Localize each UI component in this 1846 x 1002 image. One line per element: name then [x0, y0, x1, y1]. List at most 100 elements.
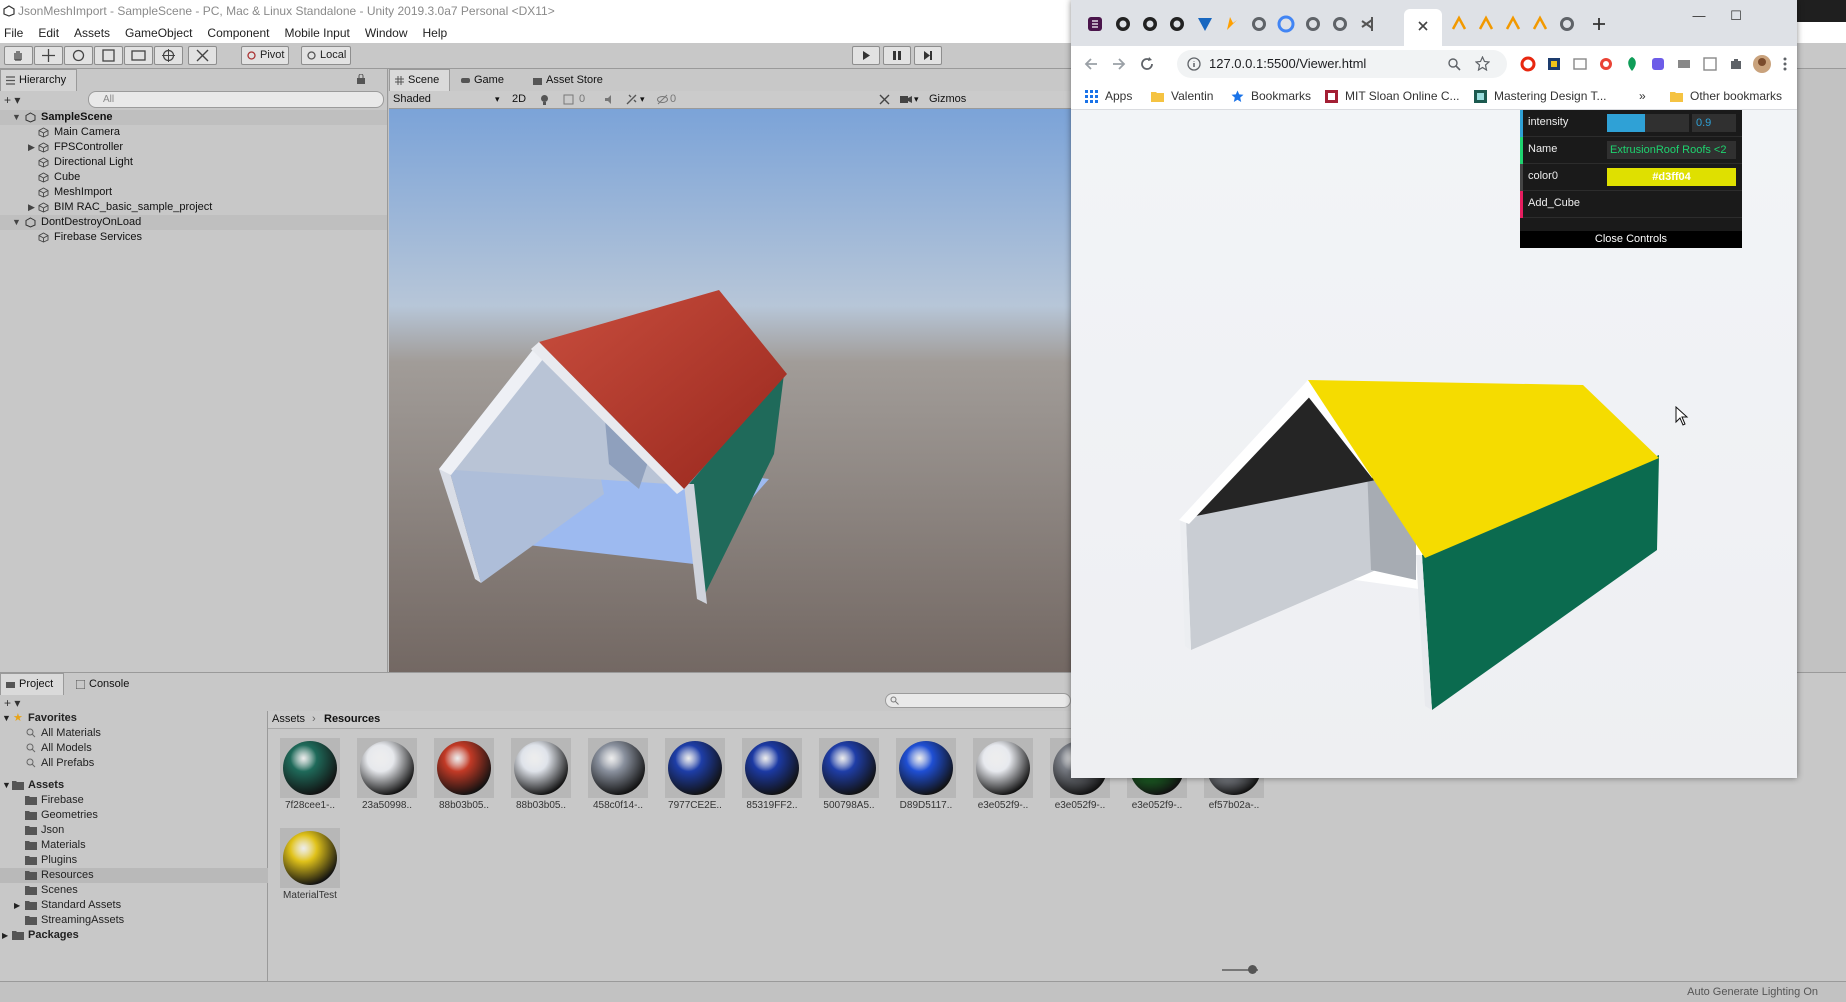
tools-icon[interactable] [879, 94, 890, 105]
custom-tool-button[interactable] [188, 46, 217, 65]
reload-icon[interactable] [1139, 56, 1155, 72]
extension-icon[interactable] [1702, 56, 1718, 72]
hierarchy-item[interactable]: ▶ BIM RAC_basic_sample_project [0, 200, 387, 215]
tab-favicon-app-icon[interactable] [1530, 14, 1550, 34]
project-search-input[interactable] [885, 693, 1071, 708]
tab-favicon-vuetify-icon[interactable] [1195, 14, 1215, 34]
material-sphere-icon[interactable] [973, 738, 1033, 798]
asset-folder-item[interactable]: Scenes [0, 883, 268, 898]
material-sphere-icon[interactable] [896, 738, 956, 798]
tab-active[interactable] [1404, 9, 1442, 46]
info-icon[interactable] [1187, 57, 1201, 71]
extension-icon[interactable] [1624, 56, 1640, 72]
asset-folder-item[interactable]: Materials [0, 838, 268, 853]
extension-icon[interactable] [1650, 56, 1666, 72]
menu-file[interactable]: File [4, 26, 23, 40]
tab-favicon-globe-icon[interactable] [1249, 14, 1269, 34]
url-input[interactable]: 127.0.0.1:5500/Viewer.html [1177, 50, 1507, 78]
asset-folder-item[interactable]: Geometries [0, 808, 268, 823]
tab-favicon-google-icon[interactable] [1276, 14, 1296, 34]
breadcrumb-assets[interactable]: Assets [272, 711, 305, 728]
intensity-number-input[interactable]: 0.9 [1692, 114, 1736, 132]
tab-favicon-github-icon[interactable] [1140, 14, 1160, 34]
close-tab-icon[interactable] [1416, 19, 1430, 33]
scene-viewport[interactable] [389, 109, 1072, 672]
kebab-menu-icon[interactable] [1780, 56, 1790, 72]
menu-mobile-input[interactable]: Mobile Input [284, 26, 349, 40]
material-sphere-icon[interactable] [280, 828, 340, 888]
menu-component[interactable]: Component [207, 26, 269, 40]
tab-favicon-app-icon[interactable] [1449, 14, 1469, 34]
asset-folder-item-selected[interactable]: Resources [0, 868, 268, 883]
menu-window[interactable]: Window [365, 26, 408, 40]
tab-favicon-github-icon[interactable] [1113, 14, 1133, 34]
rect-tool-button[interactable] [124, 46, 153, 65]
tab-favicon-globe-icon[interactable] [1303, 14, 1323, 34]
hand-tool-button[interactable] [4, 46, 33, 65]
avatar[interactable] [1752, 54, 1772, 74]
opera-extension-icon[interactable] [1520, 56, 1536, 72]
menu-help[interactable]: Help [423, 26, 448, 40]
packages-header[interactable]: ▶ Packages [0, 928, 268, 943]
extension-icon[interactable] [1546, 56, 1562, 72]
hierarchy-item[interactable]: ▶ FPSController [0, 140, 387, 155]
favorite-item[interactable]: All Models [0, 741, 268, 756]
hierarchy-scene-dontdestroyonload[interactable]: ▼ DontDestroyOnLoad [0, 215, 387, 230]
material-sphere-icon[interactable] [588, 738, 648, 798]
tab-project[interactable]: Project [0, 673, 65, 695]
lock-icon[interactable] [356, 74, 366, 84]
tab-favicon-vscode-icon[interactable] [1358, 14, 1378, 34]
more-bookmarks-chevron[interactable]: » [1639, 82, 1646, 110]
material-sphere-icon[interactable] [511, 738, 571, 798]
asset-folder-item[interactable]: Firebase [0, 793, 268, 808]
bookmark-star-icon[interactable] [1475, 56, 1490, 71]
create-asset-dropdown[interactable]: + ▾ [4, 696, 20, 710]
pause-button[interactable] [883, 46, 911, 65]
tab-asset-store[interactable]: Asset Store [527, 69, 614, 91]
hierarchy-scene-samplescene[interactable]: ▼ SampleScene [0, 110, 387, 125]
pivot-toggle[interactable]: Pivot [241, 46, 290, 65]
asset-folder-item[interactable]: Plugins [0, 853, 268, 868]
icon-size-slider-handle[interactable] [1248, 965, 1257, 974]
assets-header[interactable]: ▼ Assets [0, 778, 268, 793]
color-picker-input[interactable]: #d3ff04 [1607, 168, 1736, 186]
hierarchy-item[interactable]: Main Camera [0, 125, 387, 140]
extension-icon[interactable] [1598, 56, 1614, 72]
tab-favicon-firebase-icon[interactable] [1222, 14, 1242, 34]
tab-favicon-globe-icon[interactable] [1330, 14, 1350, 34]
transform-tool-button[interactable] [154, 46, 183, 65]
scale-tool-button[interactable] [94, 46, 123, 65]
shading-dropdown[interactable]: Shaded [393, 91, 431, 108]
bookmark-mit-sloan[interactable]: MIT Sloan Online C... [1325, 82, 1460, 110]
local-toggle[interactable]: Local [301, 46, 352, 65]
tab-game[interactable]: Game [455, 69, 515, 91]
material-sphere-icon[interactable] [434, 738, 494, 798]
material-sphere-icon[interactable] [665, 738, 725, 798]
step-button[interactable] [914, 46, 942, 65]
create-dropdown[interactable]: + ▾ [4, 93, 20, 107]
name-text-input[interactable]: ExtrusionRoof Roofs <2 [1607, 141, 1736, 159]
tab-console[interactable]: Console [70, 673, 140, 695]
play-button[interactable] [852, 46, 880, 65]
breadcrumb-resources[interactable]: Resources [324, 711, 380, 728]
forward-arrow-icon[interactable] [1111, 56, 1127, 72]
asset-folder-item[interactable]: ▶ Standard Assets [0, 898, 268, 913]
tab-scene[interactable]: Scene [389, 69, 451, 91]
effects-icon[interactable] [626, 94, 637, 105]
tab-favicon-globe-icon[interactable] [1557, 14, 1577, 34]
intensity-slider[interactable] [1607, 114, 1689, 132]
asset-folder-item[interactable]: Json [0, 823, 268, 838]
rotate-tool-button[interactable] [64, 46, 93, 65]
gui-row-add-cube[interactable]: Add_Cube [1520, 191, 1742, 218]
extension-icon[interactable] [1676, 56, 1692, 72]
hierarchy-search-input[interactable]: All [88, 91, 384, 108]
zoom-icon[interactable] [1447, 57, 1461, 71]
tab-favicon-app-icon[interactable] [1476, 14, 1496, 34]
speaker-icon[interactable] [604, 94, 615, 105]
hierarchy-item[interactable]: MeshImport [0, 185, 387, 200]
minimize-icon[interactable]: — [1684, 8, 1714, 26]
hierarchy-item[interactable]: Directional Light [0, 155, 387, 170]
tab-favicon-slack-icon[interactable] [1085, 14, 1105, 34]
lightbulb-icon[interactable] [539, 94, 550, 105]
bookmark-apps[interactable]: Apps [1085, 82, 1132, 110]
